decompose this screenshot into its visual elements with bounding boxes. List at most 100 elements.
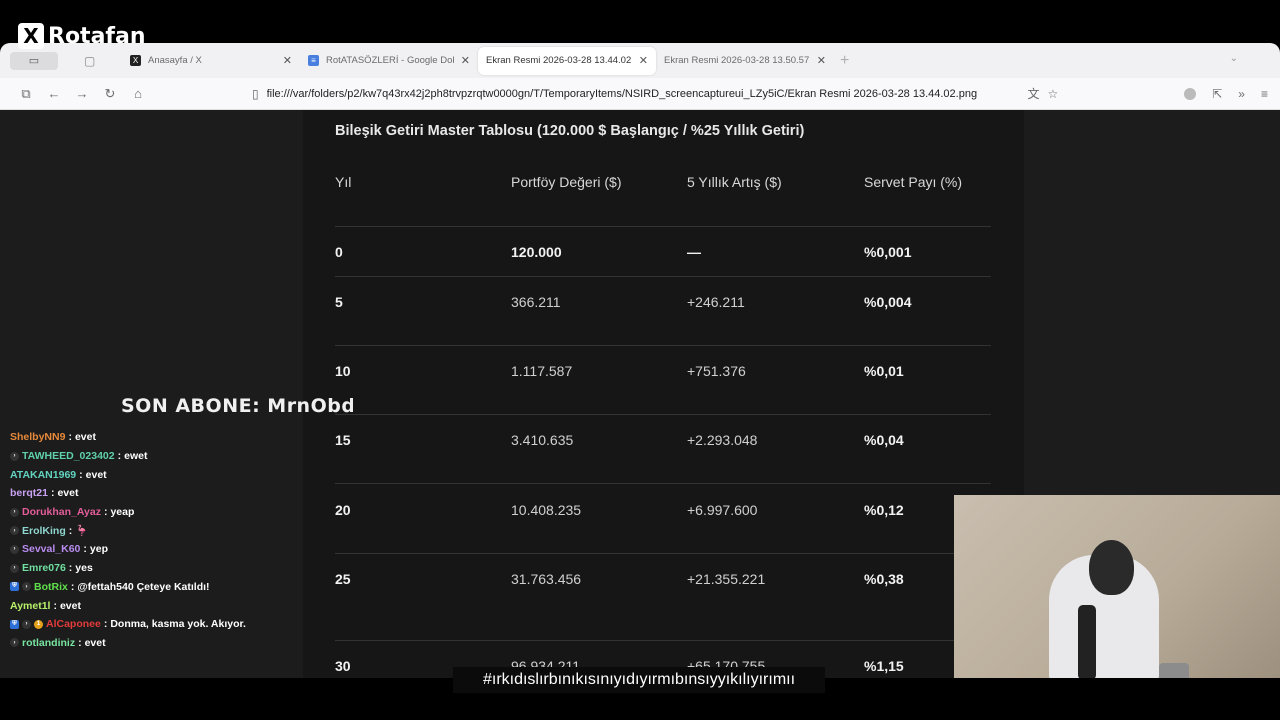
nav-toolbar: ⧉ ← → ↻ ⌂ ▯ file:///var/folders/p2/kw7q4… <box>0 78 1280 110</box>
chat-text: evet <box>84 636 106 649</box>
moderator-badge-icon: ⛨ <box>10 582 19 592</box>
row-divider <box>335 345 991 346</box>
tab-bar: ▭ ▢ X Anasayfa / X ✕ ≡ RotATASÖZLERİ - Googl… <box>0 43 1280 78</box>
table-cell: %0,001 <box>864 244 912 260</box>
table-cell: %0,38 <box>864 571 904 587</box>
row-divider <box>335 483 991 484</box>
table-cell: +21.355.221 <box>687 571 766 587</box>
chat-text: @fettah540 Çeteye Katıldı! <box>77 580 210 593</box>
url-bar[interactable]: ▯ file:///var/folders/p2/kw7q43rx42j2ph8… <box>252 81 1058 107</box>
chat-message: ATAKAN1969: evet <box>10 465 300 484</box>
reload-icon[interactable]: ↻ <box>96 86 124 102</box>
subscriber-badge-icon: › <box>10 563 19 573</box>
home-icon[interactable]: ⌂ <box>124 86 152 101</box>
close-icon[interactable]: ✕ <box>817 54 826 67</box>
subscriber-badge-icon: › <box>22 619 31 629</box>
account-icon[interactable] <box>1184 87 1197 100</box>
tab-0[interactable]: X Anasayfa / X ✕ <box>122 47 300 75</box>
image-document: Bileşik Getiri Master Tablosu (120.000 $… <box>303 110 1024 678</box>
table-cell: 1.117.587 <box>511 363 573 379</box>
bottle <box>1078 605 1096 678</box>
chat-message: › Sevval_K60: yep <box>10 540 300 559</box>
tab-overview-icon[interactable]: ▢ <box>84 54 95 68</box>
chat-username[interactable]: Dorukhan_Ayaz <box>22 506 101 518</box>
forward-icon[interactable]: → <box>68 86 96 101</box>
chat-username[interactable]: Aymet1l <box>10 600 50 612</box>
chat-text: ewet <box>124 450 148 463</box>
chat-message: Aymet1l: evet <box>10 596 300 615</box>
chat-username[interactable]: ATAKAN1969 <box>10 469 76 481</box>
chat-separator: : <box>83 543 87 556</box>
chat-message: › TAWHEED_023402: ewet <box>10 447 300 466</box>
table-cell: %0,004 <box>864 294 912 310</box>
column-header: 5 Yıllık Artış ($) <box>687 174 782 190</box>
table-cell: 15 <box>335 432 351 448</box>
row-divider <box>335 553 991 554</box>
tab-3[interactable]: Ekran Resmi 2026-03-28 13.50.57.p ✕ <box>656 47 834 75</box>
subscriber-badge-icon: › <box>22 582 31 592</box>
table-cell: — <box>687 244 701 260</box>
chat-username[interactable]: ErolKing <box>22 525 66 537</box>
webcam-feed <box>954 495 1280 678</box>
channel-name: Rotafan <box>48 23 146 49</box>
streamer-head <box>1089 540 1134 595</box>
menu-icon[interactable]: ≡ <box>1261 87 1268 101</box>
subscriber-badge-icon: › <box>10 526 19 536</box>
chat-text: evet <box>57 487 79 500</box>
back-icon[interactable]: ← <box>40 86 68 101</box>
new-tab-icon[interactable]: + <box>840 52 849 70</box>
chat-separator: : <box>68 431 72 444</box>
chat-message: › rotlandiniz: evet <box>10 634 300 653</box>
tab-title: Anasayfa / X <box>148 55 202 66</box>
table-cell: %0,01 <box>864 363 904 379</box>
table-cell: 30 <box>335 658 351 674</box>
tab-title: Ekran Resmi 2026-03-28 13.50.57.p <box>664 55 810 66</box>
chat-text: yep <box>89 543 108 556</box>
overflow-chevron-icon[interactable]: » <box>1238 87 1245 101</box>
table-cell: %1,15 <box>864 658 904 674</box>
chat-username[interactable]: Sevval_K60 <box>22 543 80 555</box>
subscriber-badge-icon: › <box>10 507 19 517</box>
sidebar-toggle-button[interactable]: ▭ <box>10 51 58 70</box>
table-cell: 20 <box>335 502 351 518</box>
file-icon: ▯ <box>252 86 259 101</box>
chat-text: Donma, kasma yok. Akıyor. <box>110 618 246 631</box>
x-logo-icon: X <box>130 55 141 66</box>
subscriber-badge-icon: › <box>10 451 19 461</box>
moderator-badge-icon: ⛨ <box>10 619 19 629</box>
chat-message: ⛨ › 1 AlCaponee: Donma, kasma yok. Akıyor. <box>10 615 300 634</box>
sidebar-icon[interactable]: ⧉ <box>12 86 40 102</box>
tab-title: RotATASÖZLERİ - Google Doküm <box>326 55 454 66</box>
tab-1[interactable]: ≡ RotATASÖZLERİ - Google Doküm ✕ <box>300 47 478 75</box>
close-icon[interactable]: ✕ <box>283 54 292 67</box>
chat-username[interactable]: TAWHEED_023402 <box>22 450 115 462</box>
chat-text: evet <box>85 468 107 481</box>
chat-username[interactable]: rotlandiniz <box>22 637 75 649</box>
chat-username[interactable]: berqt21 <box>10 487 48 499</box>
column-header: Portföy Değeri ($) <box>511 174 622 190</box>
chat-username[interactable]: BotRix <box>34 581 68 593</box>
chat-message: ⛨ › BotRix: @fettah540 Çeteye Katıldı! <box>10 578 300 597</box>
chat-separator: : <box>79 468 83 481</box>
close-icon[interactable]: ✕ <box>639 54 648 67</box>
gift-badge-icon: 1 <box>34 619 43 629</box>
chat-text: evet <box>59 599 81 612</box>
bookmark-star-icon[interactable]: ☆ <box>1047 87 1058 101</box>
chat-username[interactable]: ShelbyNN9 <box>10 431 65 443</box>
table-cell: 3.410.635 <box>511 432 574 448</box>
url-text[interactable]: file:///var/folders/p2/kw7q43rx42j2ph8tr… <box>267 88 1020 100</box>
last-subscriber-label: SON ABONE: MrnObd <box>121 395 353 417</box>
table-cell: +2.293.048 <box>687 432 758 448</box>
chat-separator: : <box>78 636 82 649</box>
column-header: Yıl <box>335 174 352 190</box>
translate-icon[interactable]: 文 <box>1027 85 1039 102</box>
close-icon[interactable]: ✕ <box>461 54 470 67</box>
chat-separator: : <box>68 524 73 537</box>
chevron-down-icon[interactable]: ⌄ <box>1230 53 1238 64</box>
chat-username[interactable]: AlCaponee <box>46 618 101 630</box>
extensions-icon[interactable]: ⇱ <box>1212 87 1222 101</box>
tab-2[interactable]: Ekran Resmi 2026-03-28 13.44.02.p ✕ <box>478 46 656 75</box>
chat-message: › Dorukhan_Ayaz: yeap <box>10 503 300 522</box>
chat-username[interactable]: Emre076 <box>22 562 66 574</box>
table-cell: 31.763.456 <box>511 571 582 587</box>
